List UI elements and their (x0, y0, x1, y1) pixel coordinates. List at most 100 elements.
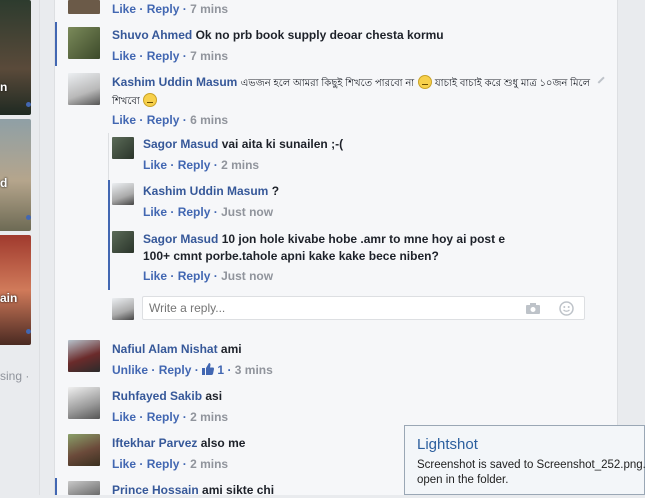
emoji-icon[interactable] (559, 301, 574, 316)
reply-line: Kashim Uddin Masum ? (143, 183, 279, 199)
reply-text-cont: 100+ cmnt porbe.tahole apni kake kake be… (143, 249, 439, 263)
comment-text: এভজন হলে আমরা কিছুই শিখতে পারবো না (240, 78, 415, 89)
highlight-bar (108, 180, 110, 290)
avatar[interactable] (68, 73, 100, 105)
reply-actions: Like · Reply · 2 mins (143, 158, 260, 172)
reply-input[interactable] (149, 301, 509, 315)
divider (39, 0, 40, 495)
reply-link[interactable]: Reply (147, 2, 180, 16)
lightshot-notification[interactable]: Lightshot Screenshot is saved to Screens… (404, 425, 645, 495)
avatar[interactable] (68, 434, 100, 466)
reply-link[interactable]: Reply (178, 205, 211, 219)
friend-tile[interactable]: n (0, 0, 31, 115)
notification-message-cont: open in the folder. (417, 474, 509, 486)
avatar[interactable] (68, 481, 100, 495)
like-link[interactable]: Like (112, 457, 136, 471)
right-sidebar (617, 0, 645, 495)
reply-line: 100+ cmnt porbe.tahole apni kake kake be… (143, 248, 439, 264)
comment-actions: Like · Reply · 6 mins (112, 113, 229, 127)
avatar[interactable] (112, 137, 134, 159)
reply-time: Just now (221, 205, 274, 219)
comment-actions: Like · Reply · 7 mins (112, 2, 229, 16)
comment-actions: Like · Reply · 2 mins (112, 410, 229, 424)
reply-time: 2 mins (221, 158, 260, 172)
avatar (112, 298, 134, 320)
friend-tile-label: ain (0, 291, 18, 305)
comment-text: asi (205, 389, 223, 403)
thumbs-up-icon (202, 363, 215, 375)
comment-author[interactable]: Shuvo Ahmed (112, 28, 192, 42)
reply-link[interactable]: Reply (147, 113, 180, 127)
friend-tile[interactable]: d (0, 119, 31, 231)
reply-link[interactable]: Reply (159, 363, 192, 377)
comment-text: ami (220, 342, 242, 356)
comment-text: Ok no prb book supply deoar chesta kormu (195, 28, 444, 42)
edit-pencil-icon[interactable] (593, 72, 605, 84)
reply-link[interactable]: Reply (178, 158, 211, 172)
friends-strip: n d ain sing · (0, 0, 55, 495)
comment-line: Prince Hossain ami sikte chi (112, 482, 274, 498)
reply-author[interactable]: Sagor Masud (143, 232, 218, 246)
like-link[interactable]: Like (143, 205, 167, 219)
online-dot-icon (26, 329, 31, 334)
avatar[interactable] (68, 0, 100, 14)
friend-tile-label: n (0, 80, 8, 94)
avatar[interactable] (68, 27, 100, 59)
comment-line: Ruhfayed Sakib asi (112, 388, 222, 404)
reply-link[interactable]: Reply (178, 269, 211, 283)
comment-text: also me (200, 436, 246, 450)
highlight-bar (55, 478, 57, 495)
like-link[interactable]: Like (112, 49, 136, 63)
reply-composer[interactable] (142, 296, 585, 320)
comment-line: Nafiul Alam Nishat ami (112, 341, 242, 357)
like-link[interactable]: Like (143, 269, 167, 283)
comment-time: 6 mins (190, 113, 229, 127)
like-count[interactable]: 1 (217, 363, 224, 377)
friend-tile[interactable]: ain (0, 235, 31, 345)
reply-author[interactable]: Kashim Uddin Masum (143, 184, 268, 198)
comment-line: Iftekhar Parvez also me (112, 435, 245, 451)
comment-author[interactable]: Ruhfayed Sakib (112, 389, 202, 403)
online-dot-icon (26, 215, 31, 220)
comment-text-cont: যাচাই বাচাই করে শুধু মাত্র ১০জন মিলে (434, 78, 591, 89)
like-link[interactable]: Like (143, 158, 167, 172)
reply-line: Sagor Masud vai aita ki sunailen ;-( (143, 136, 343, 152)
left-tail-text: sing · (0, 369, 30, 383)
camera-icon[interactable] (525, 302, 541, 315)
reply-text: ? (271, 184, 280, 198)
avatar[interactable] (112, 183, 134, 205)
comment-line: শিখবো (112, 92, 158, 110)
reply-actions: Like · Reply · Just now (143, 205, 274, 219)
comment-actions: Unlike · Reply · 1 · 3 mins (112, 363, 273, 377)
sad-emoji-icon (143, 93, 158, 107)
unlike-link[interactable]: Unlike (112, 363, 148, 377)
online-dot-icon (26, 102, 31, 107)
reply-actions: Like · Reply · Just now (143, 269, 274, 283)
comment-time: 2 mins (190, 410, 229, 424)
comment-author[interactable]: Iftekhar Parvez (112, 436, 197, 450)
comment-author[interactable]: Nafiul Alam Nishat (112, 342, 218, 356)
reply-link[interactable]: Reply (147, 410, 180, 424)
like-link[interactable]: Like (112, 113, 136, 127)
reply-text: vai aita ki sunailen ;-( (221, 137, 344, 151)
reply-author[interactable]: Sagor Masud (143, 137, 218, 151)
comment-actions: Like · Reply · 2 mins (112, 457, 229, 471)
avatar[interactable] (68, 340, 100, 372)
reply-link[interactable]: Reply (147, 457, 180, 471)
like-link[interactable]: Like (112, 2, 136, 16)
comment-time: 3 mins (234, 363, 273, 377)
notification-message: Screenshot is saved to Screenshot_252.pn… (417, 459, 645, 471)
friend-tile-label: d (0, 176, 8, 190)
avatar[interactable] (112, 231, 134, 253)
comment-actions: Like · Reply · 7 mins (112, 49, 229, 63)
avatar[interactable] (68, 387, 100, 419)
comment-time: 7 mins (190, 49, 229, 63)
like-link[interactable]: Like (112, 410, 136, 424)
highlight-bar (55, 22, 57, 66)
notification-title: Lightshot (417, 436, 478, 453)
comment-line: Kashim Uddin Masum এভজন হলে আমরা কিছুই শ… (112, 74, 590, 92)
comment-author[interactable]: Kashim Uddin Masum (112, 75, 237, 89)
comments-panel: Like · Reply · 7 mins Shuvo Ahmed Ok no … (55, 0, 617, 498)
reply-link[interactable]: Reply (147, 49, 180, 63)
sad-emoji-icon (417, 75, 432, 89)
